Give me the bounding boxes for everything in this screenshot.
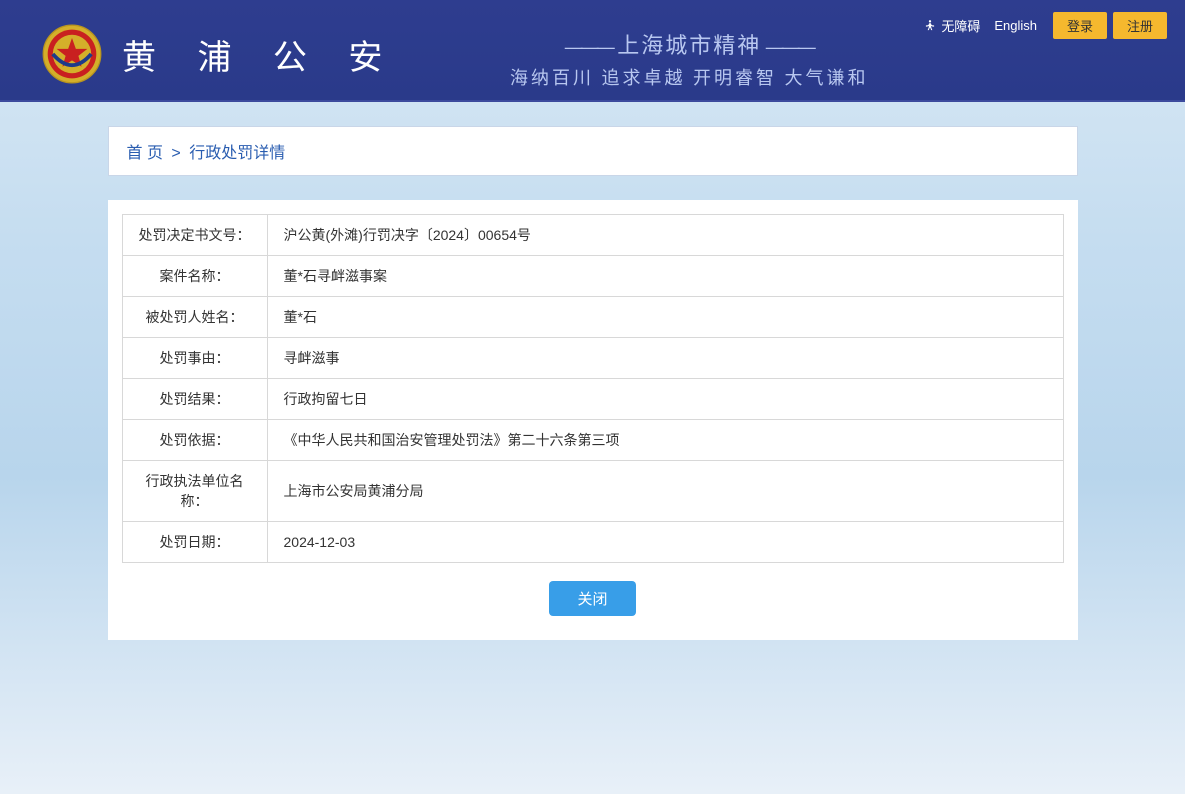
accessibility-label: 无障碍 (941, 16, 980, 35)
close-button-wrap: 关闭 (122, 581, 1064, 626)
site-title: 黄 浦 公 安 (122, 30, 398, 79)
logo-section: 黄 浦 公 安 (40, 22, 398, 86)
table-row: 处罚依据：《中华人民共和国治安管理处罚法》第二十六条第三项 (122, 420, 1063, 461)
row-value: 董*石寻衅滋事案 (267, 256, 1063, 297)
row-value: 上海市公安局黄浦分局 (267, 461, 1063, 522)
dash-left-icon: ——— (565, 37, 613, 57)
page-header: 无障碍 English 登录 注册 黄 浦 公 安 ——— 上海城市精神 ———… (0, 0, 1185, 102)
breadcrumb-home[interactable]: 首 页 (127, 145, 163, 162)
table-row: 处罚结果：行政拘留七日 (122, 379, 1063, 420)
close-button[interactable]: 关闭 (549, 581, 635, 616)
accessibility-link[interactable]: 无障碍 (923, 16, 980, 35)
slogan-text-2: 海纳百川 追求卓越 开明睿智 大气谦和 (510, 64, 869, 90)
breadcrumb-current: 行政处罚详情 (189, 145, 285, 162)
table-row: 被处罚人姓名：董*石 (122, 297, 1063, 338)
row-value: 行政拘留七日 (267, 379, 1063, 420)
register-button[interactable]: 注册 (1113, 12, 1167, 39)
detail-table: 处罚决定书文号：沪公黄(外滩)行罚决字〔2024〕00654号案件名称：董*石寻… (122, 214, 1064, 563)
row-value: 沪公黄(外滩)行罚决字〔2024〕00654号 (267, 215, 1063, 256)
row-label: 处罚事由： (122, 338, 267, 379)
detail-panel: 处罚决定书文号：沪公黄(外滩)行罚决字〔2024〕00654号案件名称：董*石寻… (108, 200, 1078, 640)
table-row: 处罚日期：2024-12-03 (122, 522, 1063, 563)
breadcrumb-separator: > (171, 145, 180, 162)
row-value: 《中华人民共和国治安管理处罚法》第二十六条第三项 (267, 420, 1063, 461)
slogan-section: ——— 上海城市精神 ——— 海纳百川 追求卓越 开明睿智 大气谦和 (510, 28, 869, 90)
content-area: 首 页 > 行政处罚详情 处罚决定书文号：沪公黄(外滩)行罚决字〔2024〕00… (108, 126, 1078, 640)
table-row: 行政执法单位名称：上海市公安局黄浦分局 (122, 461, 1063, 522)
row-value: 2024-12-03 (267, 522, 1063, 563)
police-badge-icon (40, 22, 104, 86)
accessibility-icon (923, 19, 937, 33)
breadcrumb: 首 页 > 行政处罚详情 (108, 126, 1078, 176)
table-row: 处罚决定书文号：沪公黄(外滩)行罚决字〔2024〕00654号 (122, 215, 1063, 256)
row-label: 处罚日期： (122, 522, 267, 563)
top-links: 无障碍 English 登录 注册 (923, 12, 1167, 39)
row-value: 寻衅滋事 (267, 338, 1063, 379)
dash-right-icon: ——— (766, 37, 814, 57)
row-label: 处罚依据： (122, 420, 267, 461)
row-value: 董*石 (267, 297, 1063, 338)
row-label: 案件名称： (122, 256, 267, 297)
login-button[interactable]: 登录 (1053, 12, 1107, 39)
slogan-line1: ——— 上海城市精神 ——— (510, 28, 869, 60)
row-label: 处罚决定书文号： (122, 215, 267, 256)
row-label: 行政执法单位名称： (122, 461, 267, 522)
table-row: 案件名称：董*石寻衅滋事案 (122, 256, 1063, 297)
slogan-text-1: 上海城市精神 (617, 33, 761, 58)
row-label: 被处罚人姓名： (122, 297, 267, 338)
english-link[interactable]: English (994, 18, 1037, 33)
row-label: 处罚结果： (122, 379, 267, 420)
table-row: 处罚事由：寻衅滋事 (122, 338, 1063, 379)
